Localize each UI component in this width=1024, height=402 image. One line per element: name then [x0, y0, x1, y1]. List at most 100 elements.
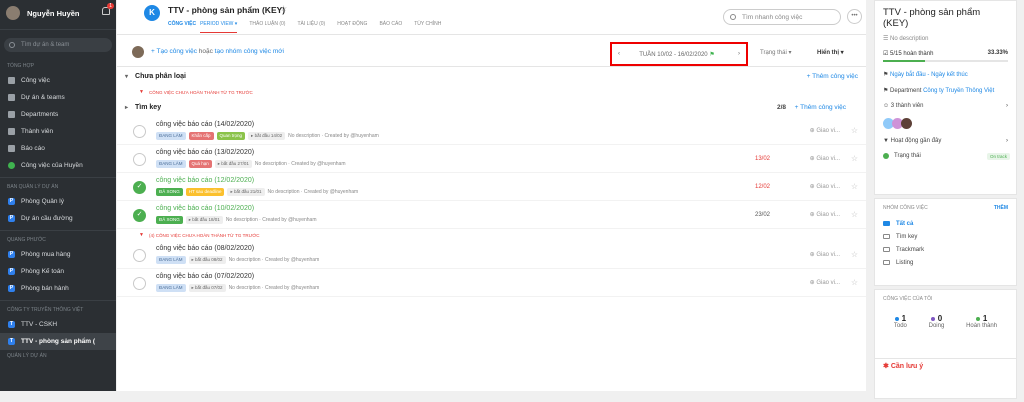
sidebar-item-product[interactable]: T TTV - phòng sản phẩm ( — [0, 333, 116, 350]
star-icon[interactable]: ☆ — [851, 126, 858, 135]
task-row[interactable]: công việc báo cáo (08/02/2020) ĐANG LÀM ▸… — [117, 241, 866, 269]
tab-discussion[interactable]: THẢO LUẬN (0) — [249, 21, 285, 33]
task-checkbox[interactable] — [133, 277, 146, 290]
star-icon[interactable]: ☆ — [851, 182, 858, 191]
star-icon[interactable]: ☆ — [851, 154, 858, 163]
task-row[interactable]: công việc báo cáo (07/02/2020) ĐANG LÀM ▸… — [117, 269, 866, 297]
bookmark-icon: ⚑ — [883, 88, 891, 94]
group-item-listing[interactable]: Listing — [883, 256, 1008, 269]
task-title[interactable]: công việc báo cáo (08/02/2020) — [156, 245, 254, 252]
new-task-label[interactable]: Tạo công việc — [156, 48, 196, 55]
members-row[interactable]: ☺ 3 thành viên › — [883, 103, 1008, 109]
attention-section[interactable]: ✱ Cần lưu ý — [883, 362, 923, 370]
tab-activity[interactable]: HOẠT ĐỘNG — [337, 21, 367, 33]
task-search-input[interactable]: Tìm nhanh công việc — [723, 9, 841, 25]
add-group-button[interactable]: THÊM — [994, 205, 1008, 211]
group-tim-key[interactable]: ▸ Tìm key 2/8 + Thêm công việc — [117, 98, 866, 117]
add-task-button[interactable]: + Thêm công việc — [807, 73, 858, 80]
star-icon[interactable]: ☆ — [851, 250, 858, 259]
prev-unfinished-header[interactable]: ▼ CÔNG VIỆC CHƯA HOÀN THÀNH TỪ TG TRƯỚC — [117, 86, 866, 98]
period-view-dropdown[interactable]: Period view ▾ — [200, 21, 238, 33]
assign-button[interactable]: ⊕ Giao vi... — [810, 279, 840, 286]
sidebar-item-management[interactable]: P Phòng Quản lý — [0, 193, 116, 210]
status-filter[interactable]: Trạng thái ▾ — [760, 49, 791, 56]
sidebar-item-reports[interactable]: Báo cáo — [0, 140, 116, 157]
group-item-trackmark[interactable]: Trackmark — [883, 243, 1008, 256]
task-row[interactable]: công việc báo cáo (14/02/2020) ĐANG LÀM K… — [117, 117, 866, 145]
project-header: K TTV - phòng sản phẩm (KEY) ☆ CÔNG VIỆC… — [117, 0, 866, 35]
sidebar-item-my-tasks[interactable]: Công việc của Huyền — [0, 157, 116, 174]
task-description: No description · Created by @huyenham — [228, 285, 320, 291]
tab-documents[interactable]: TÀI LIỆU (0) — [297, 21, 325, 33]
caret-down-icon: ▼ — [139, 89, 144, 95]
task-checkbox[interactable]: ✓ — [133, 181, 146, 194]
group-item-tim-key[interactable]: Tìm key — [883, 230, 1008, 243]
description-text: No description — [890, 36, 929, 42]
sidebar-item-tasks[interactable]: Công việc — [0, 72, 116, 89]
new-group-link[interactable]: tạo nhóm công việc mới — [215, 48, 284, 55]
user-profile[interactable]: Nguyễn Huyền 1 — [0, 0, 116, 26]
sidebar-item-accounting[interactable]: P Phòng Kế toán — [0, 263, 116, 280]
my-tasks-card: CÔNG VIỆC CỦA TÔI 1 Todo 0 Doing 1 Hoàn thà… — [874, 289, 1017, 399]
status-row[interactable]: Trạng thái On track — [883, 152, 1010, 160]
stat-doing[interactable]: 0 Doing — [929, 314, 945, 329]
task-title[interactable]: công việc báo cáo (07/02/2020) — [156, 273, 254, 280]
period-view-label: Period view — [200, 21, 234, 27]
task-title[interactable]: công việc báo cáo (10/02/2020) — [156, 205, 254, 212]
start-badge: ▸ bắt đầu 08/02 — [188, 256, 226, 264]
task-title[interactable]: công việc báo cáo (12/02/2020) — [156, 177, 254, 184]
sidebar-item-cskh[interactable]: T TTV - CSKH — [0, 316, 116, 333]
task-description: No description · Created by @huyenham — [225, 217, 317, 223]
star-icon[interactable]: ☆ — [280, 4, 287, 13]
date-range[interactable]: ⚑ Ngày bắt đầu - Ngày kết thúc — [883, 71, 1008, 79]
sidebar-item-sales[interactable]: P Phòng bán hành — [0, 280, 116, 297]
right-panel: TTV - phòng sản phẩm (KEY) ☰ No descript… — [874, 0, 1017, 402]
task-checkbox[interactable] — [133, 125, 146, 138]
department-value[interactable]: Công ty Truyền Thông Việt — [923, 88, 994, 94]
sidebar-item-bridge[interactable]: P Dự án cầu đường — [0, 210, 116, 227]
assign-button[interactable]: ⊕ Giao vi... — [810, 251, 840, 258]
add-task-button[interactable]: + Thêm công việc — [795, 104, 846, 111]
sidebar-item-departments[interactable]: Departments — [0, 106, 116, 123]
project-icon: P — [8, 285, 15, 292]
stat-done[interactable]: 1 Hoàn thành — [966, 314, 997, 329]
more-icon[interactable]: ••• — [847, 9, 862, 24]
display-dropdown[interactable]: Hiển thị ▾ — [817, 49, 844, 56]
stat-todo[interactable]: 1 Todo — [894, 314, 907, 329]
prev-unfinished-header[interactable]: ▼ (4) CÔNG VIỆC CHƯA HOÀN THÀNH TỪ TG TRƯ… — [117, 229, 866, 241]
sidebar-search-input[interactable]: Tìm dự án & team — [4, 38, 112, 52]
task-checkbox[interactable]: ✓ — [133, 209, 146, 222]
status-badge: On track — [986, 152, 1010, 160]
star-icon[interactable]: ☆ — [851, 210, 858, 219]
assign-button[interactable]: ⊕ Giao vi... — [810, 211, 840, 218]
date-range-label[interactable]: Ngày bắt đầu - Ngày kết thúc — [890, 72, 968, 78]
tab-tasks[interactable]: CÔNG VIỆC — [168, 21, 196, 33]
task-row[interactable]: công việc báo cáo (13/02/2020) ĐANG LÀM Q… — [117, 145, 866, 173]
department-row[interactable]: ⚑ Department Công ty Truyền Thông Việt — [883, 87, 1008, 95]
group-item-all[interactable]: Tất cả — [883, 217, 1008, 230]
sidebar-item-members[interactable]: Thành viên — [0, 123, 116, 140]
task-row[interactable]: ✓ công việc báo cáo (12/02/2020) ĐÃ XONG… — [117, 173, 866, 201]
activity-row[interactable]: ▼ Hoạt động gần đây › — [883, 138, 1008, 144]
group-uncategorized[interactable]: ▾ Chưa phân loại + Thêm công việc — [117, 67, 866, 86]
task-title[interactable]: công việc báo cáo (14/02/2020) — [156, 121, 254, 128]
chevron-left-icon[interactable]: ‹ — [618, 51, 620, 57]
tab-settings[interactable]: TÙY CHỈNH — [414, 21, 441, 33]
due-date: 13/02 — [754, 156, 770, 162]
assign-button[interactable]: ⊕ Giao vi... — [810, 127, 840, 134]
task-row[interactable]: ✓ công việc báo cáo (10/02/2020) ĐÃ XONG… — [117, 201, 866, 229]
divider — [0, 230, 116, 231]
tab-reports[interactable]: BÁO CÁO — [379, 21, 402, 33]
assign-button[interactable]: ⊕ Giao vi... — [810, 155, 840, 162]
assign-label: Giao vi... — [816, 128, 840, 134]
star-icon[interactable]: ☆ — [851, 278, 858, 287]
sidebar-item-purchasing[interactable]: P Phòng mua hàng — [0, 246, 116, 263]
sidebar-item-projects[interactable]: Dự án & teams — [0, 89, 116, 106]
task-checkbox[interactable] — [133, 249, 146, 262]
assign-button[interactable]: ⊕ Giao vi... — [810, 183, 840, 190]
chevron-right-icon[interactable]: › — [738, 51, 740, 57]
task-title[interactable]: công việc báo cáo (13/02/2020) — [156, 149, 254, 156]
folder-icon — [883, 234, 890, 239]
new-task-link[interactable]: + Tạo công việc hoặc tạo nhóm công việc … — [151, 48, 284, 55]
task-checkbox[interactable] — [133, 153, 146, 166]
